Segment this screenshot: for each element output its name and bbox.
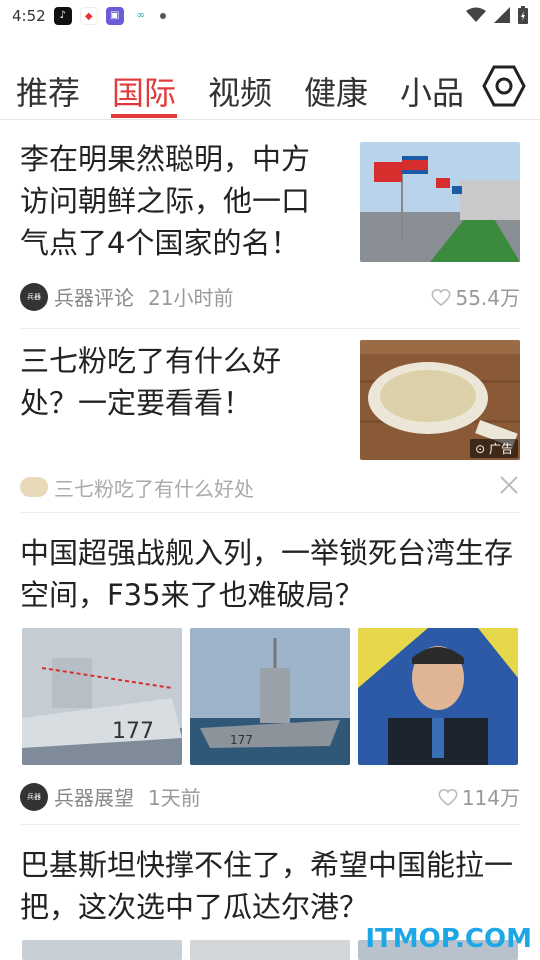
news-title[interactable]: 巴基斯坦快撑不住了，希望中国能拉一把，这次选中了瓜达尔港？ [20, 844, 520, 928]
news-meta: 兵器 兵器展望 1天前 [20, 782, 201, 811]
like-count-value: 55.4万 [455, 286, 520, 310]
active-tab-indicator [111, 114, 177, 118]
status-bar: 4:52 ♪ ◆ ▣ ∞ [0, 0, 540, 32]
divider [20, 328, 520, 329]
news-source[interactable]: 兵器展望 [54, 782, 134, 811]
more-notifications-icon [159, 13, 166, 19]
news-title[interactable]: 中国超强战舰入列，一举锁死台湾生存空间，F35来了也难破局？ [20, 532, 520, 616]
tiktok-icon: ♪ [53, 7, 72, 25]
tab-recommend[interactable]: 推荐 [16, 68, 80, 114]
news-thumbnail[interactable]: 177 [190, 628, 350, 765]
news-time: 21小时前 [148, 286, 234, 310]
like-count[interactable]: 55.4万 [431, 282, 520, 311]
tab-international[interactable]: 国际 [112, 68, 176, 114]
news-thumbnail[interactable] [360, 142, 520, 262]
channel-tab-bar: 推荐 国际 视频 健康 小品 [0, 60, 540, 120]
like-count-value: 114万 [461, 786, 520, 810]
ad-advertiser-text: 三七粉吃了有什么好处 [54, 476, 254, 501]
divider [20, 512, 520, 513]
news-meta: 兵器 兵器评论 21小时前 [20, 282, 233, 311]
ad-source-row[interactable]: 三七粉吃了有什么好处 [20, 472, 520, 502]
app-notification-icon: ▣ [105, 7, 124, 25]
heart-icon [431, 288, 451, 306]
news-title[interactable]: 李在明果然聪明，中方访问朝鲜之际，他一口气点了4个国家的名！ [20, 138, 338, 264]
divider [20, 824, 520, 825]
news-item[interactable]: 李在明果然聪明，中方访问朝鲜之际，他一口气点了4个国家的名！ 兵器 兵器评论 2… [20, 138, 520, 318]
news-thumbnail[interactable] [358, 628, 518, 765]
channel-settings-icon[interactable] [482, 64, 526, 108]
ad-thumbnail[interactable]: ⊙ 广告 [360, 340, 520, 460]
status-time: 4:52 [12, 7, 46, 25]
ad-advertiser-icon [20, 477, 48, 497]
app-notification-icon: ◆ [79, 7, 98, 25]
svg-text:177: 177 [112, 719, 154, 744]
wifi-icon [466, 7, 486, 22]
tab-health[interactable]: 健康 [304, 68, 368, 114]
ad-label: ⊙ 广告 [470, 439, 518, 458]
close-icon[interactable] [498, 474, 520, 496]
source-avatar[interactable]: 兵器 [20, 282, 48, 311]
news-source[interactable]: 兵器评论 [54, 282, 134, 311]
battery-icon [518, 6, 528, 24]
ad-title[interactable]: 三七粉吃了有什么好处？一定要看看！ [20, 340, 338, 424]
like-count[interactable]: 114万 [438, 782, 520, 811]
tab-video[interactable]: 视频 [208, 68, 272, 114]
news-time: 1天前 [148, 786, 201, 810]
heart-icon [438, 788, 458, 806]
source-avatar[interactable]: 兵器 [20, 782, 48, 811]
news-thumbnail[interactable]: 177 [22, 628, 182, 765]
news-thumbnail[interactable] [22, 940, 182, 960]
watermark: ITMOP.COM [365, 924, 532, 954]
ad-item[interactable]: 三七粉吃了有什么好处？一定要看看！ ⊙ 广告 [20, 340, 520, 470]
news-thumbnail[interactable] [190, 940, 350, 960]
tab-skit[interactable]: 小品 [400, 68, 464, 114]
signal-icon [494, 7, 510, 23]
svg-text:177: 177 [230, 733, 253, 747]
app-notification-icon: ∞ [131, 7, 150, 25]
news-item[interactable]: 中国超强战舰入列，一举锁死台湾生存空间，F35来了也难破局？ 177 177 兵… [20, 532, 520, 822]
